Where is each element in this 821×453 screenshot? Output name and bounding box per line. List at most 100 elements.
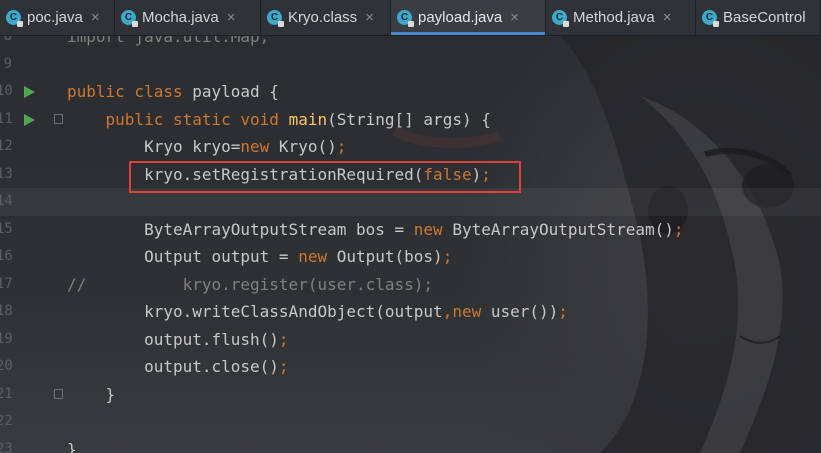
code-line[interactable]: 22 (0, 408, 821, 436)
line-number: 12 (0, 138, 13, 154)
code-token: new (298, 247, 337, 266)
line-number: 22 (0, 413, 13, 429)
line-number: 13 (0, 165, 13, 182)
code-token: ; (336, 137, 347, 156)
code-line[interactable]: 8 import java.util.Map; (0, 36, 821, 51)
tab-mocha-java[interactable]: C Mocha.java × (115, 0, 261, 35)
code-text: ByteArrayOutputStream bos = new ByteArra… (67, 216, 684, 244)
code-line[interactable]: 20 output.close(); (0, 353, 821, 381)
tab-label: BaseControl (723, 9, 806, 26)
code-line[interactable]: 18 kryo.writeClassAndObject(output,new u… (0, 298, 821, 326)
close-tab-icon[interactable]: × (91, 9, 100, 26)
code-token: ; (278, 329, 289, 349)
code-text: kryo.writeClassAndObject(output,new user… (67, 298, 568, 326)
tab-basecontrol[interactable]: C BaseControl (696, 0, 821, 35)
code-line[interactable]: 10 public class payload { (0, 78, 821, 106)
line-number: 21 (0, 385, 13, 402)
code-token: output.close() (67, 357, 279, 376)
code-token: ByteArrayOutputStream() (452, 219, 674, 239)
code-line[interactable]: 9 (0, 51, 821, 79)
code-text: } (67, 381, 116, 409)
code-text: output.close(); (67, 353, 289, 381)
tab-label: payload.java (418, 9, 503, 26)
code-token: ByteArrayOutputStream bos = (67, 219, 414, 239)
code-editor[interactable]: 8 import java.util.Map; 9 10 public class pa… (0, 36, 821, 453)
code-line[interactable]: 12 Kryo kryo=new Kryo(); (0, 133, 821, 161)
line-number: 10 (0, 83, 13, 99)
code-text: import java.util.Map; (67, 36, 269, 51)
close-tab-icon[interactable]: × (227, 9, 236, 26)
line-number: 23 (0, 440, 13, 453)
highlight-annotation-box (129, 161, 521, 193)
code-token: public static void (67, 109, 289, 129)
code-token: // kryo.register(user.class); (67, 274, 434, 294)
line-number: 20 (0, 358, 13, 374)
tab-label: Kryo.class (288, 9, 358, 26)
code-text: Output output = new Output(bos); (67, 243, 452, 271)
code-token: } (67, 384, 116, 404)
code-text: Kryo kryo=new Kryo(); (67, 133, 346, 161)
code-line[interactable]: 23} (0, 436, 821, 453)
code-token: ; (558, 302, 568, 321)
code-line[interactable]: 15 ByteArrayOutputStream bos = new ByteA… (0, 216, 821, 244)
tab-label: poc.java (27, 9, 83, 26)
code-token: } (67, 439, 77, 453)
java-class-icon: C (397, 10, 414, 27)
fold-toggle-icon[interactable] (54, 113, 63, 124)
code-line[interactable]: 16 Output output = new Output(bos); (0, 243, 821, 271)
code-token: output.flush() (67, 329, 279, 349)
code-token: kryo.writeClassAndObject(output (67, 302, 443, 321)
code-token: new (413, 219, 453, 239)
code-text: public static void main(String[] args) { (67, 106, 491, 134)
line-number: 15 (0, 220, 13, 237)
line-number: 19 (0, 330, 13, 347)
line-number: 18 (0, 303, 13, 319)
code-token: new (452, 302, 491, 321)
close-tab-icon[interactable]: × (663, 9, 672, 26)
line-number: 9 (3, 55, 12, 72)
line-number: 11 (0, 110, 13, 127)
tab-method-java[interactable]: C Method.java × (546, 0, 696, 35)
code-line[interactable]: 21 } (0, 381, 821, 409)
java-class-icon: C (6, 10, 23, 27)
code-token: import java.util.Map; (67, 36, 270, 46)
code-text: output.flush(); (67, 326, 289, 354)
java-class-icon: C (702, 10, 719, 27)
code-token: user()) (490, 302, 559, 321)
line-number: 17 (0, 275, 13, 292)
code-text: } (67, 436, 77, 453)
run-gutter-icon[interactable] (24, 86, 35, 98)
java-class-icon: C (552, 10, 569, 27)
code-line[interactable]: 17 // kryo.register(user.class); (0, 271, 821, 299)
fold-toggle-icon[interactable] (54, 388, 63, 399)
java-class-icon: C (267, 10, 284, 27)
close-tab-icon[interactable]: × (510, 9, 519, 26)
close-tab-icon[interactable]: × (365, 9, 374, 26)
tab-label: Mocha.java (142, 9, 219, 26)
tab-kryo-class[interactable]: C Kryo.class × (261, 0, 391, 35)
code-line[interactable]: 11 public static void main(String[] args… (0, 106, 821, 134)
line-number: 8 (3, 36, 12, 44)
code-token: ; (442, 247, 453, 266)
code-token: (String[] args) { (327, 109, 491, 129)
code-token: ; (278, 357, 289, 376)
line-number: 14 (0, 193, 13, 209)
run-gutter-icon[interactable] (24, 113, 35, 126)
line-number: 16 (0, 248, 13, 264)
code-token: public class (67, 82, 193, 101)
code-token: ; (673, 219, 684, 239)
code-line[interactable]: 19 output.flush(); (0, 326, 821, 354)
code-text: // kryo.register(user.class); (67, 271, 433, 299)
code-token: payload { (192, 82, 279, 101)
code-token: Output(bos) (336, 247, 443, 266)
code-token: Output output = (67, 247, 299, 266)
tab-poc-java[interactable]: Cpoc.java × (0, 0, 115, 35)
editor-tab-bar: Cpoc.java × C Mocha.java × C Kryo.class × Cpaylo… (0, 0, 821, 36)
java-class-icon: C (121, 10, 138, 27)
code-token: new (240, 137, 279, 156)
code-token: , (442, 302, 453, 321)
code-token: Kryo() (278, 137, 337, 156)
tab-payload-java[interactable]: Cpayload.java × (391, 0, 546, 35)
tab-label: Method.java (573, 9, 655, 26)
code-text: public class payload { (67, 78, 279, 106)
